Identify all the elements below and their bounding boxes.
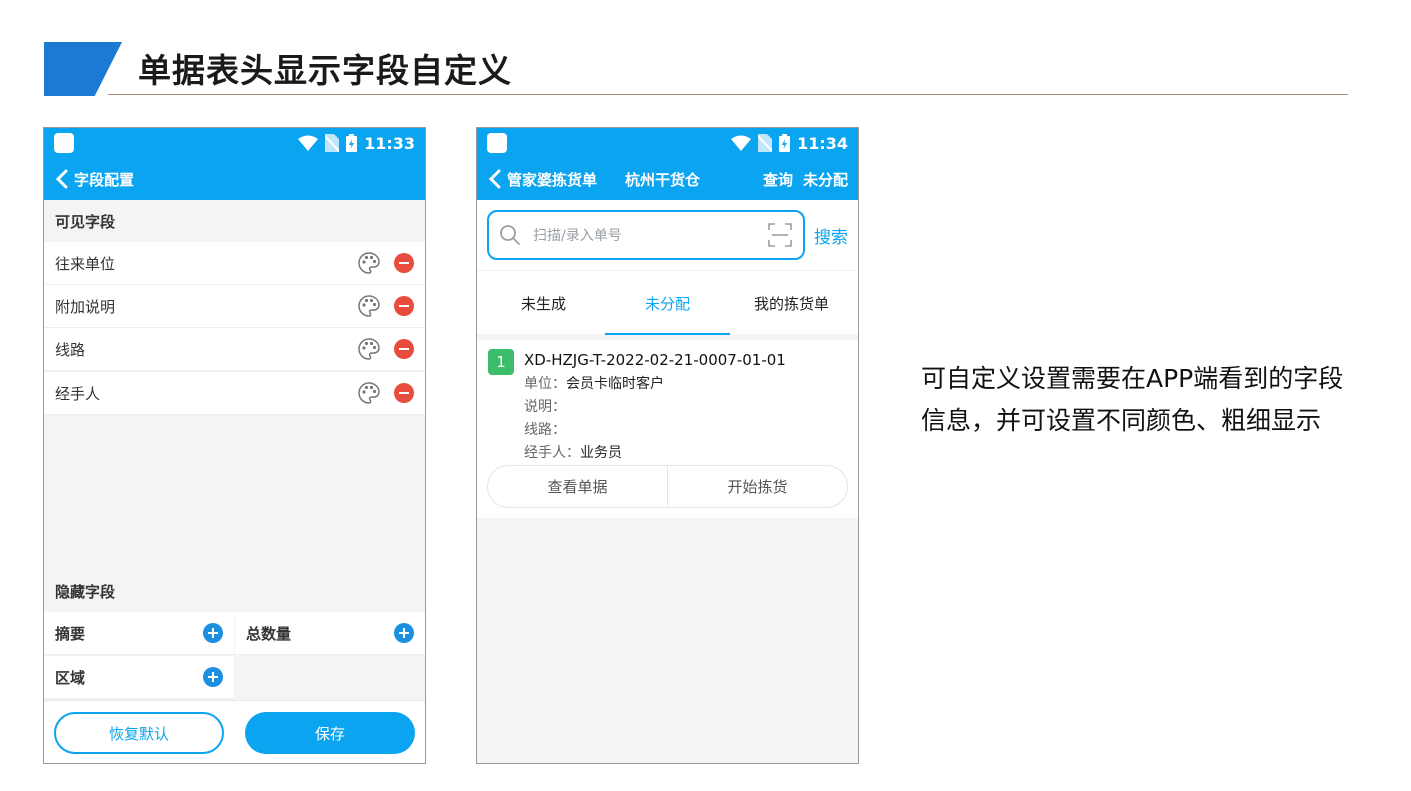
reset-default-button[interactable]: 恢复默认	[54, 712, 224, 754]
status-bar: 11:33	[44, 128, 425, 158]
description-line: 信息，并可设置不同颜色、粗细显示	[921, 406, 1322, 435]
status-time: 11:34	[797, 133, 848, 153]
save-button[interactable]: 保存	[245, 712, 415, 754]
field-label: 附加说明	[55, 297, 116, 316]
visible-field-row: 线路	[44, 328, 425, 371]
hidden-field-cell: 总数量	[235, 612, 425, 655]
handler-value: 业务员	[580, 445, 622, 461]
unit-value: 会员卡临时客户	[566, 376, 664, 392]
notification-icon	[54, 133, 74, 153]
add-field-icon[interactable]	[203, 667, 223, 687]
status-tabs: 未生成 未分配 我的拣货单	[477, 270, 858, 335]
unit-label: 单位：	[524, 376, 566, 392]
field-label: 往来单位	[55, 254, 116, 273]
tab-unassigned[interactable]: 未分配	[605, 271, 730, 335]
nav-title: 管家婆拣货单	[507, 170, 598, 189]
visible-field-row: 往来单位	[44, 242, 425, 285]
back-chevron-icon[interactable]	[487, 169, 503, 189]
status-time: 11:33	[364, 133, 415, 153]
scan-icon[interactable]	[767, 222, 793, 248]
card-actions: 查看单据 开始拣货	[487, 465, 848, 508]
hidden-field-cell: 摘要	[44, 612, 234, 655]
search-input[interactable]: 扫描/录入单号	[533, 225, 767, 245]
slide-title-accent	[44, 42, 122, 96]
field-label: 摘要	[55, 624, 86, 643]
search-icon	[500, 225, 520, 245]
nav-bar: 字段配置	[44, 158, 425, 200]
search-area: 扫描/录入单号 搜索	[477, 200, 858, 270]
back-chevron-icon[interactable]	[54, 169, 70, 189]
slide-title: 单据表头显示字段自定义	[138, 51, 512, 90]
route-label: 线路：	[524, 422, 566, 438]
description-line: 可自定义设置需要在APP端看到的字段	[921, 364, 1344, 393]
palette-icon[interactable]	[358, 252, 380, 274]
battery-icon	[779, 134, 791, 152]
warehouse-selector[interactable]: 杭州干货仓	[625, 169, 700, 190]
card-index-badge: 1	[488, 349, 514, 375]
query-button[interactable]: 查询	[763, 169, 793, 190]
no-sim-icon	[758, 134, 773, 152]
filter-status-button[interactable]: 未分配	[803, 169, 848, 190]
search-button[interactable]: 搜索	[814, 223, 848, 248]
remove-field-icon[interactable]	[394, 383, 414, 403]
phone-picking-list: 11:34 管家婆拣货单 杭州干货仓 查询 未分配 扫描/录入单号 搜索 未生成…	[476, 127, 859, 764]
battery-icon	[346, 134, 358, 152]
palette-icon[interactable]	[358, 382, 380, 404]
hidden-field-cell: 区域	[44, 656, 234, 699]
status-bar: 11:34	[477, 128, 858, 158]
card-route-line: 线路：	[524, 419, 566, 439]
field-label: 经手人	[55, 384, 101, 403]
note-label: 说明：	[524, 399, 566, 415]
slide-title-divider	[108, 94, 1348, 95]
no-sim-icon	[325, 134, 340, 152]
tab-not-generated[interactable]: 未生成	[481, 271, 606, 335]
remove-field-icon[interactable]	[394, 296, 414, 316]
field-label: 线路	[55, 340, 86, 359]
card-unit-line: 单位：会员卡临时客户	[524, 373, 664, 393]
notification-icon	[487, 133, 507, 153]
hidden-fields-header: 隐藏字段	[55, 582, 116, 601]
field-label: 总数量	[246, 624, 292, 643]
wifi-icon	[731, 135, 752, 151]
nav-bar: 管家婆拣货单 杭州干货仓 查询 未分配	[477, 158, 858, 200]
remove-field-icon[interactable]	[394, 339, 414, 359]
remove-field-icon[interactable]	[394, 253, 414, 273]
card-handler-line: 经手人：业务员	[524, 442, 622, 462]
visible-fields-header: 可见字段	[55, 212, 116, 231]
nav-title: 字段配置	[74, 170, 135, 189]
visible-field-row: 经手人	[44, 372, 425, 415]
slide-description: 可自定义设置需要在APP端看到的字段 信息，并可设置不同颜色、粗细显示	[921, 358, 1391, 442]
field-label: 区域	[55, 668, 86, 687]
add-field-icon[interactable]	[394, 623, 414, 643]
palette-icon[interactable]	[358, 338, 380, 360]
search-box[interactable]: 扫描/录入单号	[487, 210, 805, 260]
card-note-line: 说明：	[524, 396, 566, 416]
start-picking-button[interactable]: 开始拣货	[667, 466, 847, 507]
visible-field-row: 附加说明	[44, 285, 425, 328]
order-number: XD-HZJG-T-2022-02-21-0007-01-01	[524, 351, 786, 369]
palette-icon[interactable]	[358, 295, 380, 317]
view-order-button[interactable]: 查看单据	[488, 466, 667, 507]
tab-my-picking-lists[interactable]: 我的拣货单	[729, 271, 854, 335]
bottom-action-bar: 恢复默认 保存	[44, 700, 425, 763]
wifi-icon	[298, 135, 319, 151]
add-field-icon[interactable]	[203, 623, 223, 643]
picking-order-card: 1 XD-HZJG-T-2022-02-21-0007-01-01 单位：会员卡…	[477, 340, 858, 518]
handler-label: 经手人：	[524, 445, 580, 461]
phone-field-config: 11:33 字段配置 可见字段 往来单位 附加说明 线路 经手人 隐藏字段 摘要…	[43, 127, 426, 764]
